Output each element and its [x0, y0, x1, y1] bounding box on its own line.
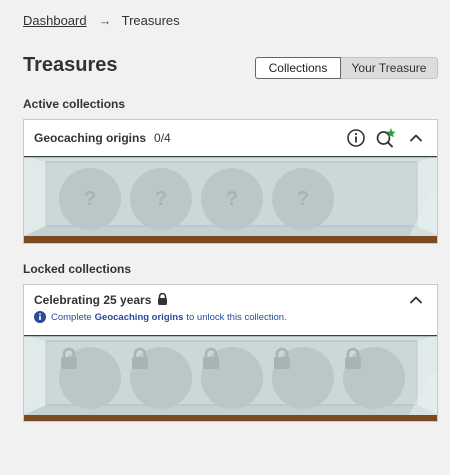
breadcrumb-current: Treasures: [121, 13, 180, 28]
breadcrumb-arrow-icon: →: [98, 13, 112, 28]
geocaching-origins-card: Geocaching origins 0/4 ? ? ? ?: [23, 119, 438, 244]
locked-slot: [201, 347, 263, 409]
search-plus-icon[interactable]: [375, 127, 397, 149]
locked-slot: [130, 347, 192, 409]
collections-tab[interactable]: Collections: [255, 57, 341, 79]
locked-slot: [59, 347, 121, 409]
page-title: Treasures: [23, 54, 118, 76]
collection-title: Geocaching origins: [34, 131, 147, 145]
locked-collections-heading: Locked collections: [23, 262, 132, 276]
active-collections-heading: Active collections: [23, 97, 126, 111]
breadcrumb: Dashboard → Treasures: [23, 13, 180, 28]
chevron-up-icon[interactable]: [405, 289, 427, 311]
unlock-requirement: Complete Geocaching origins to unlock th…: [34, 311, 287, 323]
geocaching-origins-link[interactable]: Geocaching origins: [95, 312, 184, 323]
locked-slot: [343, 347, 405, 409]
card-header: Geocaching origins 0/4: [24, 120, 437, 156]
card-header: Celebrating 25 years Complete Geocaching…: [24, 285, 437, 335]
chevron-up-icon[interactable]: [405, 127, 427, 149]
lock-icon: [157, 293, 168, 305]
lock-icon: [132, 347, 148, 369]
treasure-slot[interactable]: ?: [272, 168, 334, 230]
lock-icon: [345, 347, 361, 369]
lock-icon: [203, 347, 219, 369]
view-toggle: Collections Your Treasure: [255, 57, 438, 79]
collection-shelf: [24, 335, 437, 421]
collection-count: 0/4: [154, 131, 171, 145]
treasure-slot[interactable]: ?: [130, 168, 192, 230]
info-suffix: to unlock this collection.: [186, 311, 287, 323]
breadcrumb-dashboard-link[interactable]: Dashboard: [23, 13, 87, 28]
lock-icon: [61, 347, 77, 369]
your-treasure-tab[interactable]: Your Treasure: [341, 57, 438, 79]
celebrating-25-years-card: Celebrating 25 years Complete Geocaching…: [23, 284, 438, 422]
info-circle-icon: [34, 311, 46, 323]
lock-icon: [274, 347, 290, 369]
treasure-slot[interactable]: ?: [59, 168, 121, 230]
collection-shelf: ? ? ? ?: [24, 156, 437, 243]
treasure-slot[interactable]: ?: [201, 168, 263, 230]
locked-slot: [272, 347, 334, 409]
collection-title: Celebrating 25 years: [34, 293, 152, 307]
info-icon[interactable]: [345, 127, 367, 149]
info-prefix: Complete: [51, 311, 92, 323]
